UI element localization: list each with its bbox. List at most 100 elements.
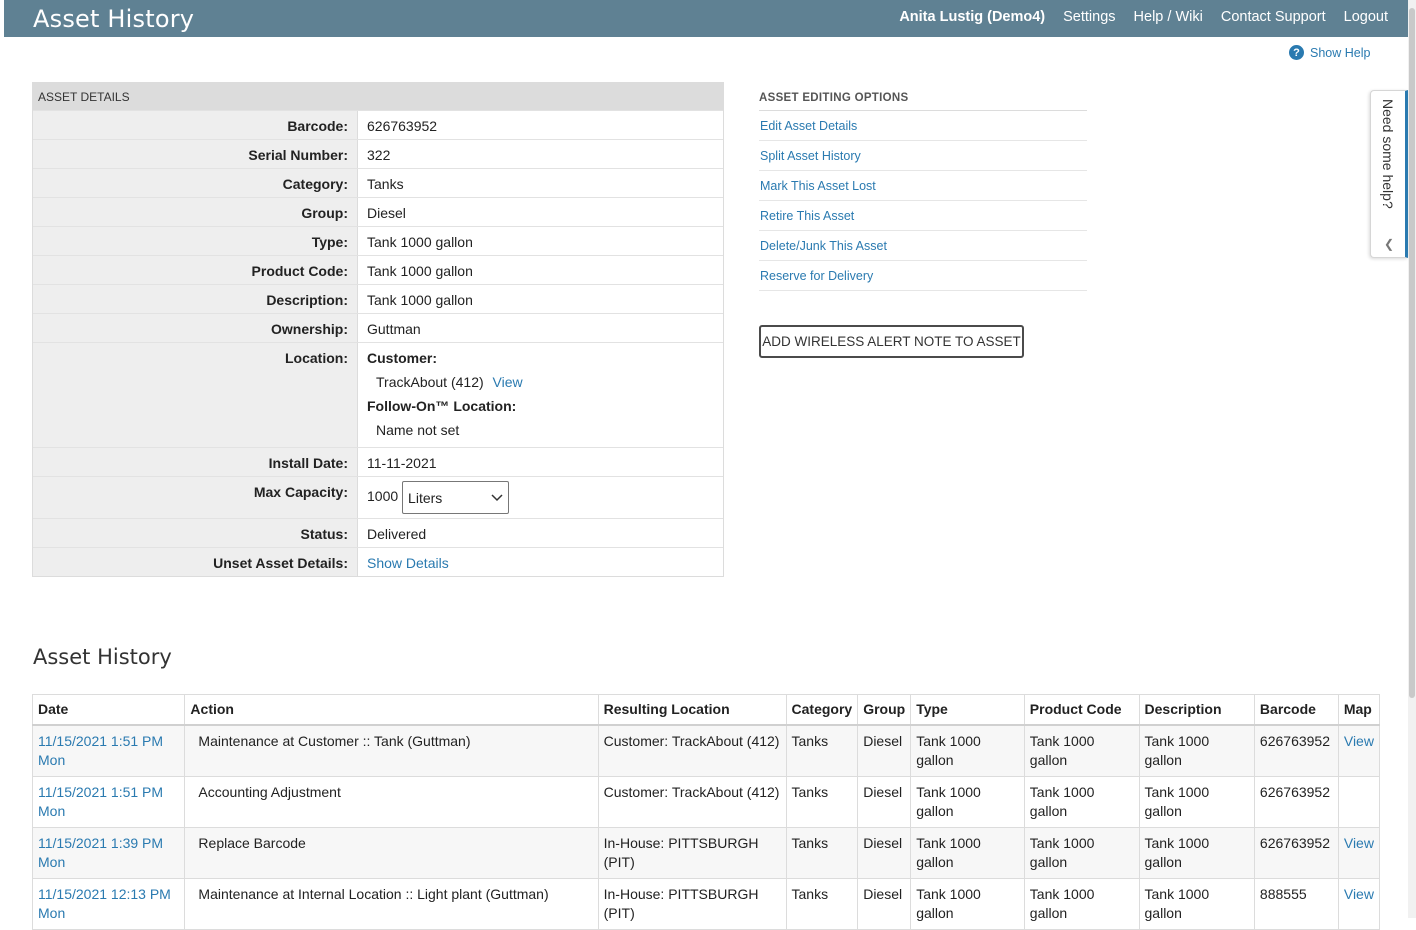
capacity-unit-select[interactable]: Liters	[402, 481, 510, 514]
reserve-for-delivery-link[interactable]: Reserve for Delivery	[759, 261, 1087, 291]
mark-asset-lost-link[interactable]: Mark This Asset Lost	[759, 171, 1087, 201]
col-category[interactable]: Category	[785, 694, 859, 726]
product-code-cell: Tank 1000 gallon	[1023, 826, 1140, 879]
show-details-link[interactable]: Show Details	[358, 548, 723, 576]
col-resulting-location[interactable]: Resulting Location	[597, 694, 787, 726]
install-date-value: 11-11-2021	[367, 455, 437, 471]
location-cell: In-House: PITTSBURGH (PIT)	[597, 877, 787, 930]
type-cell: Tank 1000 gallon	[910, 877, 1025, 930]
follow-on-label: Follow-On™ Location:	[367, 398, 517, 414]
barcode-cell: 626763952	[1253, 724, 1339, 777]
col-barcode[interactable]: Barcode	[1253, 694, 1339, 726]
detail-row-description: Description: Tank 1000 gallon	[33, 284, 723, 313]
description-value: Tank 1000 gallon	[367, 292, 473, 308]
location-customer-line: TrackAbout (412) View	[367, 374, 723, 390]
group-value: Diesel	[367, 205, 406, 221]
location-value: Customer: TrackAbout (412) View Follow-O…	[358, 343, 723, 447]
map-view-link[interactable]: View	[1337, 877, 1381, 930]
group-cell: Diesel	[857, 775, 912, 828]
capacity-unit-value: Liters	[408, 489, 443, 506]
col-map[interactable]: Map	[1337, 694, 1381, 726]
detail-row-serial: Serial Number: 322	[33, 139, 723, 168]
nav-contact-support[interactable]: Contact Support	[1221, 9, 1326, 25]
day-value[interactable]: Mon	[38, 853, 179, 872]
scrollbar-thumb[interactable]	[1409, 8, 1415, 698]
need-help-tab[interactable]: Need some help? ❮	[1370, 90, 1408, 258]
group-cell: Diesel	[857, 826, 912, 879]
action-cell: Maintenance at Internal Location :: Ligh…	[184, 877, 599, 930]
date-value[interactable]: 11/15/2021 12:13 PM	[38, 885, 179, 904]
col-group[interactable]: Group	[857, 694, 912, 726]
show-help-link[interactable]: ? Show Help	[1289, 45, 1370, 60]
detail-row-location: Location: Customer: TrackAbout (412) Vie…	[33, 342, 723, 447]
table-row: 11/15/2021 1:51 PM Mon Accounting Adjustm…	[31, 775, 1381, 828]
table-row: 11/15/2021 12:13 PM Mon Maintenance at In…	[31, 877, 1381, 930]
action-cell: Replace Barcode	[184, 826, 599, 879]
unset-details-label: Unset Asset Details:	[33, 548, 358, 576]
barcode-cell: 626763952	[1253, 826, 1339, 879]
detail-row-barcode: Barcode: 626763952	[33, 110, 723, 139]
asset-details-title: ASSET DETAILS	[33, 83, 723, 110]
nav-logout[interactable]: Logout	[1344, 9, 1388, 25]
product-code-cell: Tank 1000 gallon	[1023, 775, 1140, 828]
product-code-value: Tank 1000 gallon	[367, 263, 473, 279]
col-description[interactable]: Description	[1138, 694, 1255, 726]
location-customer-name: TrackAbout (412)	[376, 374, 484, 390]
retire-asset-link[interactable]: Retire This Asset	[759, 201, 1087, 231]
description-cell: Tank 1000 gallon	[1138, 826, 1255, 879]
scrollbar[interactable]	[1408, 0, 1416, 918]
map-view-link[interactable]: View	[1337, 724, 1381, 777]
date-cell[interactable]: 11/15/2021 12:13 PM Mon	[31, 877, 186, 930]
col-type[interactable]: Type	[910, 694, 1025, 726]
product-code-label: Product Code:	[33, 256, 358, 284]
product-code-cell: Tank 1000 gallon	[1023, 877, 1140, 930]
col-product-code[interactable]: Product Code	[1023, 694, 1140, 726]
history-table: Date Action Resulting Location Category …	[31, 694, 1381, 930]
day-value[interactable]: Mon	[38, 802, 179, 821]
map-view-link[interactable]	[1337, 775, 1381, 828]
serial-value: 322	[367, 147, 391, 163]
delete-junk-asset-link[interactable]: Delete/Junk This Asset	[759, 231, 1087, 261]
action-value: Maintenance at Internal Location :: Ligh…	[198, 885, 549, 902]
day-value[interactable]: Mon	[38, 904, 179, 923]
barcode-cell: 888555	[1253, 877, 1339, 930]
split-asset-history-link[interactable]: Split Asset History	[759, 141, 1087, 171]
detail-row-status: Status: Delivered	[33, 518, 723, 547]
category-label: Category:	[33, 169, 358, 197]
show-help-label: Show Help	[1310, 45, 1371, 60]
location-view-link[interactable]: View	[493, 374, 523, 390]
nav-user[interactable]: Anita Lustig (Demo4)	[899, 9, 1045, 25]
location-customer-label: Customer:	[367, 350, 438, 366]
table-row: 11/15/2021 1:39 PM Mon Replace Barcode In…	[31, 826, 1381, 879]
date-cell[interactable]: 11/15/2021 1:51 PM Mon	[31, 724, 186, 777]
barcode-cell: 626763952	[1253, 775, 1339, 828]
day-value[interactable]: Mon	[38, 751, 179, 770]
install-date-label: Install Date:	[33, 448, 358, 476]
type-cell: Tank 1000 gallon	[910, 724, 1025, 777]
date-value[interactable]: 11/15/2021 1:39 PM	[38, 834, 179, 853]
date-value[interactable]: 11/15/2021 1:51 PM	[38, 732, 179, 751]
type-cell: Tank 1000 gallon	[910, 826, 1025, 879]
col-date[interactable]: Date	[31, 694, 186, 726]
map-view-link[interactable]: View	[1337, 826, 1381, 879]
action-value: Maintenance at Customer :: Tank (Guttman…	[198, 732, 471, 749]
top-nav: Anita Lustig (Demo4) Settings Help / Wik…	[881, 9, 1388, 25]
type-cell: Tank 1000 gallon	[910, 775, 1025, 828]
date-value[interactable]: 11/15/2021 1:51 PM	[38, 783, 179, 802]
serial-label: Serial Number:	[33, 140, 358, 168]
description-cell: Tank 1000 gallon	[1138, 775, 1255, 828]
location-label: Location:	[33, 343, 358, 447]
nav-settings[interactable]: Settings	[1063, 9, 1115, 25]
date-cell[interactable]: 11/15/2021 1:51 PM Mon	[31, 775, 186, 828]
edit-asset-details-link[interactable]: Edit Asset Details	[759, 111, 1087, 141]
location-cell: In-House: PITTSBURGH (PIT)	[597, 826, 787, 879]
date-cell[interactable]: 11/15/2021 1:39 PM Mon	[31, 826, 186, 879]
nav-help-wiki[interactable]: Help / Wiki	[1134, 9, 1203, 25]
col-action[interactable]: Action	[184, 694, 599, 726]
editing-options-title: ASSET EDITING OPTIONS	[759, 92, 1087, 111]
description-cell: Tank 1000 gallon	[1138, 877, 1255, 930]
add-wireless-alert-note-button[interactable]: ADD WIRELESS ALERT NOTE TO ASSET	[759, 325, 1024, 358]
product-code-cell: Tank 1000 gallon	[1023, 724, 1140, 777]
category-value: Tanks	[367, 176, 404, 192]
action-value: Replace Barcode	[198, 834, 306, 851]
